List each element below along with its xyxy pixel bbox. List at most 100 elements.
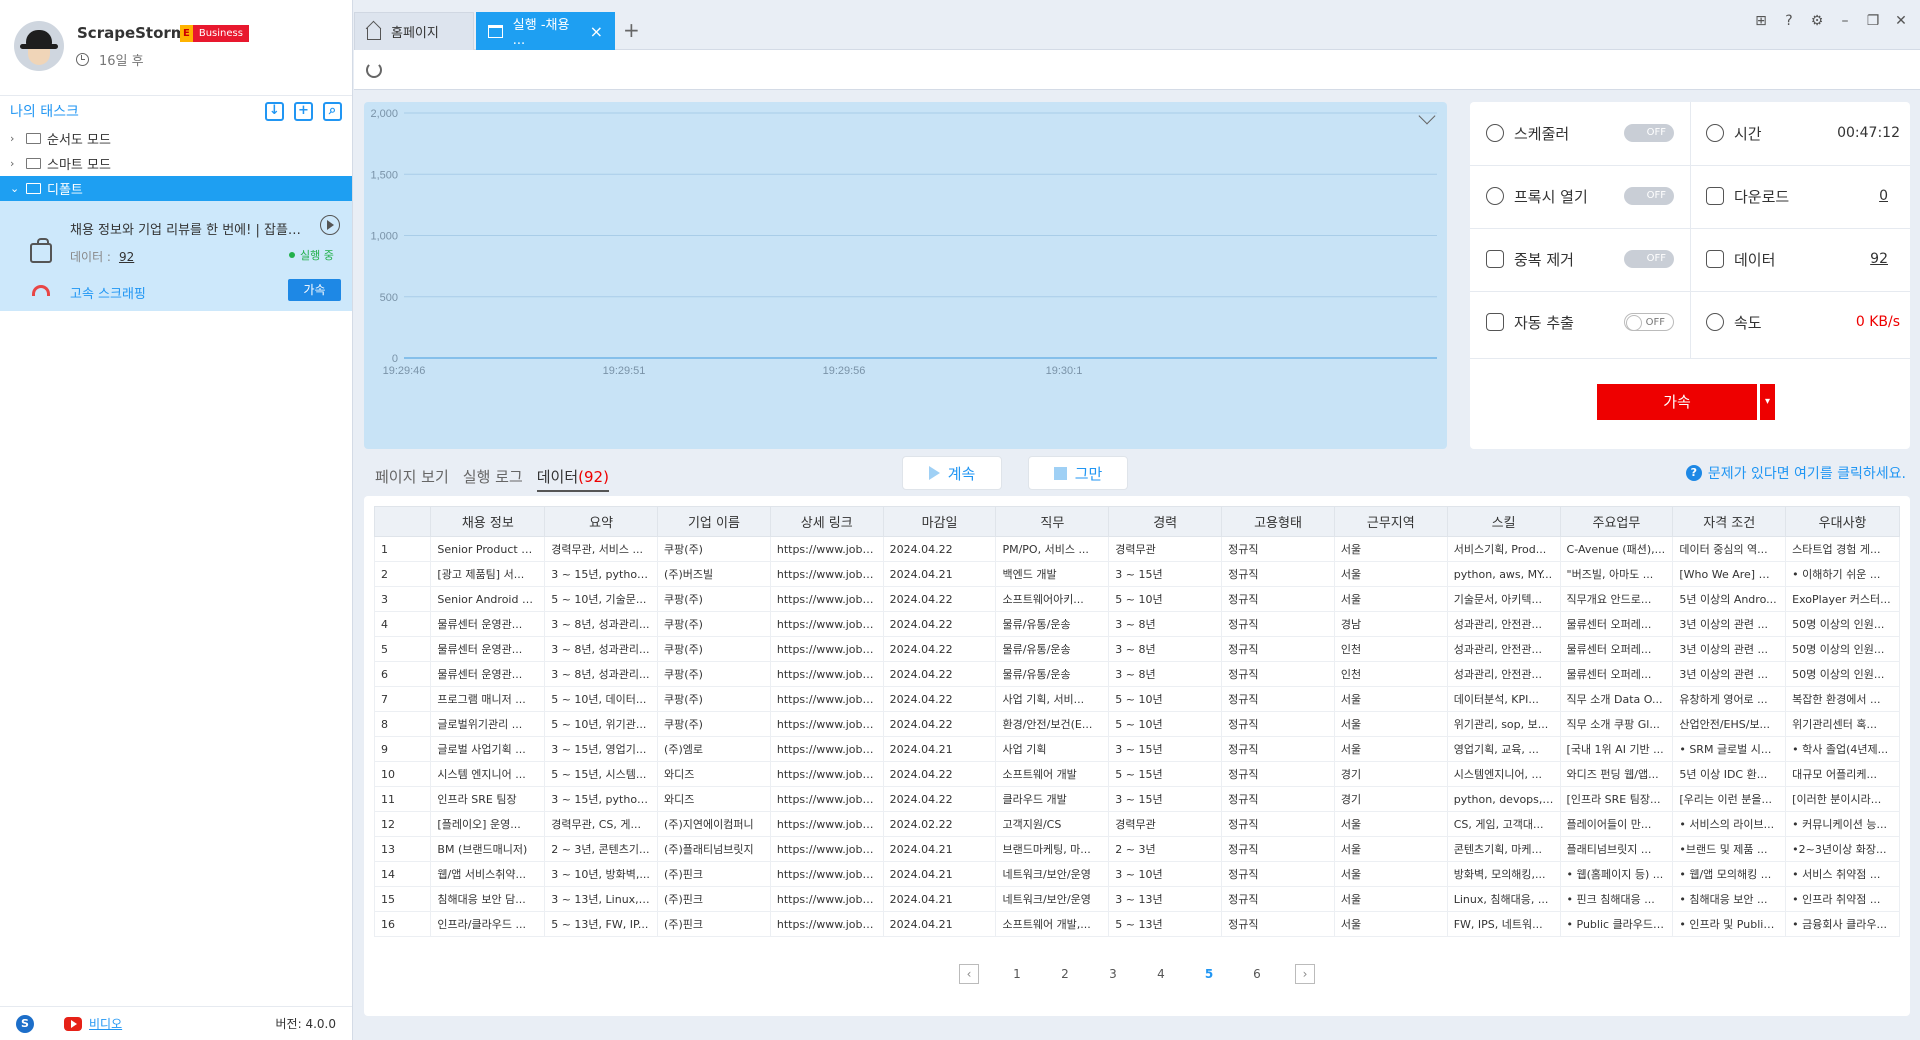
- table-row[interactable]: 16 인프라/클라우드 ... 5 ~ 13년, FW, IP... (주)핀크 htt…: [373, 911, 1900, 937]
- stat-download-value[interactable]: 0: [1879, 188, 1888, 204]
- page-2[interactable]: 2: [1041, 967, 1089, 981]
- table-row[interactable]: 11 인프라 SRE 팀장 3 ~ 15년, python,... 와디즈 https:…: [373, 786, 1900, 812]
- tab-page-view[interactable]: 페이지 보기: [375, 466, 449, 492]
- table-cell: (주)버즈빌: [657, 561, 771, 587]
- table-cell: https://www.jobpl...: [769, 686, 884, 712]
- help-circle-icon[interactable]: ?: [1782, 14, 1796, 28]
- skype-icon[interactable]: S: [16, 1014, 34, 1033]
- column-header[interactable]: 주요업무: [1559, 506, 1674, 537]
- auto-extract-toggle[interactable]: OFF: [1624, 313, 1674, 331]
- column-header[interactable]: 자격 조건: [1672, 506, 1787, 537]
- page-3[interactable]: 3: [1089, 967, 1137, 981]
- page-4[interactable]: 4: [1137, 967, 1185, 981]
- task-data-count[interactable]: 92: [119, 250, 134, 264]
- table-cell: •2~3년이상 화장...: [1785, 836, 1900, 862]
- minimize-icon[interactable]: –: [1838, 14, 1852, 28]
- tab-run-log[interactable]: 실행 로그: [463, 466, 523, 492]
- dedupe-toggle[interactable]: OFF: [1624, 250, 1674, 268]
- tab-run-label: 실행 -채용 ...: [512, 18, 570, 48]
- page-5[interactable]: 5: [1185, 967, 1233, 981]
- table-cell: 성과관리, 안전관...: [1446, 636, 1561, 662]
- column-header[interactable]: 상세 링크: [769, 506, 884, 537]
- accelerate-dropdown-button[interactable]: ▾: [1759, 384, 1775, 420]
- column-header[interactable]: 마감일: [882, 506, 997, 537]
- profile-area: ScrapeStorm E Business 16일 후: [0, 0, 352, 96]
- table-row[interactable]: 3 Senior Android E... 5 ~ 10년, 기술문... 쿠팡(주)…: [373, 586, 1900, 612]
- close-window-icon[interactable]: ✕: [1894, 14, 1908, 28]
- accelerate-button[interactable]: 가속: [1597, 384, 1757, 420]
- column-header[interactable]: 스킬: [1446, 506, 1561, 537]
- table-row[interactable]: 1 Senior Product M... 경력무관, 서비스 ... 쿠팡(주) ht…: [373, 536, 1900, 562]
- task-card[interactable]: 채용 정보와 기업 리뷰를 한 번에! | 잡플래닛 데이터 :92 실행 중 …: [0, 201, 352, 311]
- column-header[interactable]: 기업 이름: [657, 506, 771, 537]
- table-row[interactable]: 4 물류센터 운영관... 3 ~ 8년, 성과관리... 쿠팡(주) https://…: [373, 611, 1900, 637]
- table-row[interactable]: 7 프로그램 매니저 ... 5 ~ 10년, 데이터... 쿠팡(주) https:/…: [373, 686, 1900, 712]
- new-tab-button[interactable]: +: [623, 18, 640, 42]
- tab-data[interactable]: 데이터(92): [536, 466, 609, 492]
- column-header[interactable]: 채용 정보: [430, 506, 546, 537]
- continue-button[interactable]: 계속: [902, 456, 1002, 490]
- robot-icon: [30, 238, 52, 263]
- tree-item-default[interactable]: ⌄ 디폴트: [0, 176, 352, 201]
- table-cell: 5 ~ 15년: [1108, 761, 1223, 787]
- task-name[interactable]: 채용 정보와 기업 리뷰를 한 번에! | 잡플래닛: [70, 219, 310, 238]
- tree-item-smart[interactable]: › 스마트 모드: [0, 151, 352, 176]
- table-row[interactable]: 12 [플레이오] 운영... 경력무관, CS, 게... (주)지연에이컴퍼니 ht…: [373, 811, 1900, 837]
- stop-button[interactable]: 그만: [1028, 456, 1128, 490]
- column-header[interactable]: 우대사항: [1785, 506, 1900, 537]
- stat-data-value[interactable]: 92: [1870, 251, 1888, 267]
- table-row[interactable]: 15 침해대응 보안 담... 3 ~ 13년, Linux, ... (주)핀크 ht…: [373, 886, 1900, 912]
- help-link[interactable]: ? 문제가 있다면 여기를 클릭하세요.: [1685, 463, 1906, 483]
- table-row[interactable]: 14 웹/앱 서비스취약... 3 ~ 10년, 방화벽,... (주)핀크 https…: [373, 861, 1900, 887]
- column-header[interactable]: 근무지역: [1333, 506, 1448, 537]
- video-link[interactable]: 비디오: [89, 1015, 122, 1032]
- table-cell: 경력무관: [1108, 536, 1223, 562]
- page-1[interactable]: 1: [993, 967, 1041, 981]
- column-header[interactable]: 경력: [1108, 506, 1223, 537]
- table-cell: 2024.04.21: [882, 736, 997, 762]
- new-task-icon[interactable]: +: [294, 101, 313, 121]
- table-row[interactable]: 9 글로벌 사업기획 ... 3 ~ 15년, 영업기... (주)엠로 https:/…: [373, 736, 1900, 762]
- search-task-icon[interactable]: ⌕: [323, 101, 342, 121]
- table-cell: 정규직: [1221, 586, 1335, 612]
- tab-run[interactable]: 실행 -채용 ... ×: [476, 12, 615, 50]
- table-cell: 정규직: [1221, 561, 1335, 587]
- scheduler-toggle[interactable]: OFF: [1624, 124, 1674, 142]
- alarm-icon: [1486, 124, 1504, 142]
- column-header[interactable]: 고용형태: [1221, 506, 1335, 537]
- column-header[interactable]: [373, 506, 432, 537]
- table-cell: 경기: [1333, 786, 1448, 812]
- table-row[interactable]: 5 물류센터 운영관... 3 ~ 8년, 성과관리... 쿠팡(주) https://…: [373, 636, 1900, 662]
- edition-label: Business: [192, 25, 249, 42]
- column-header[interactable]: 직무: [995, 506, 1110, 537]
- table-cell: 소프트웨어 개발,...: [995, 911, 1110, 937]
- column-header[interactable]: 요약: [544, 506, 659, 537]
- tab-home[interactable]: 홈페이지: [354, 12, 474, 50]
- table-row[interactable]: 8 글로벌위기관리 ... 5 ~ 10년, 위기관... 쿠팡(주) https://…: [373, 711, 1900, 737]
- table-cell: BM (브랜드매니저): [430, 836, 546, 862]
- table-cell: 5년 이상 IDC 환...: [1672, 761, 1787, 787]
- play-icon[interactable]: [320, 215, 340, 235]
- table-cell: (주)플래티넘브릿지: [657, 836, 771, 862]
- gear-icon[interactable]: ⚙: [1810, 14, 1824, 28]
- gift-icon[interactable]: ⊞: [1754, 14, 1768, 28]
- edition-letter: E: [180, 25, 193, 42]
- youtube-icon[interactable]: [64, 1016, 82, 1031]
- accelerate-small-button[interactable]: 가속: [288, 279, 341, 301]
- next-page-button[interactable]: ›: [1295, 964, 1315, 984]
- table-cell: https://www.jobpl...: [769, 911, 884, 937]
- close-icon[interactable]: ×: [590, 22, 603, 41]
- table-row[interactable]: 2 [광고 제품팀] 서... 3 ~ 15년, python,... (주)버즈빌 h…: [373, 561, 1900, 587]
- avatar[interactable]: [14, 21, 64, 71]
- restore-icon[interactable]: ❐: [1866, 14, 1880, 28]
- import-task-icon[interactable]: ↓: [265, 101, 284, 121]
- table-cell: python, devops, ...: [1446, 786, 1561, 812]
- page-6[interactable]: 6: [1233, 967, 1281, 981]
- table-row[interactable]: 13 BM (브랜드매니저) 2 ~ 3년, 콘텐츠기... (주)플래티넘브릿지 ht…: [373, 836, 1900, 862]
- table-row[interactable]: 10 시스템 엔지니어 ... 5 ~ 15년, 시스템... 와디즈 https://…: [373, 761, 1900, 787]
- table-row[interactable]: 6 물류센터 운영관... 3 ~ 8년, 성과관리... 쿠팡(주) https://…: [373, 661, 1900, 687]
- tree-item-flowchart[interactable]: › 순서도 모드: [0, 126, 352, 151]
- proxy-toggle[interactable]: OFF: [1624, 187, 1674, 205]
- refresh-icon[interactable]: [366, 62, 382, 78]
- prev-page-button[interactable]: ‹: [959, 964, 979, 984]
